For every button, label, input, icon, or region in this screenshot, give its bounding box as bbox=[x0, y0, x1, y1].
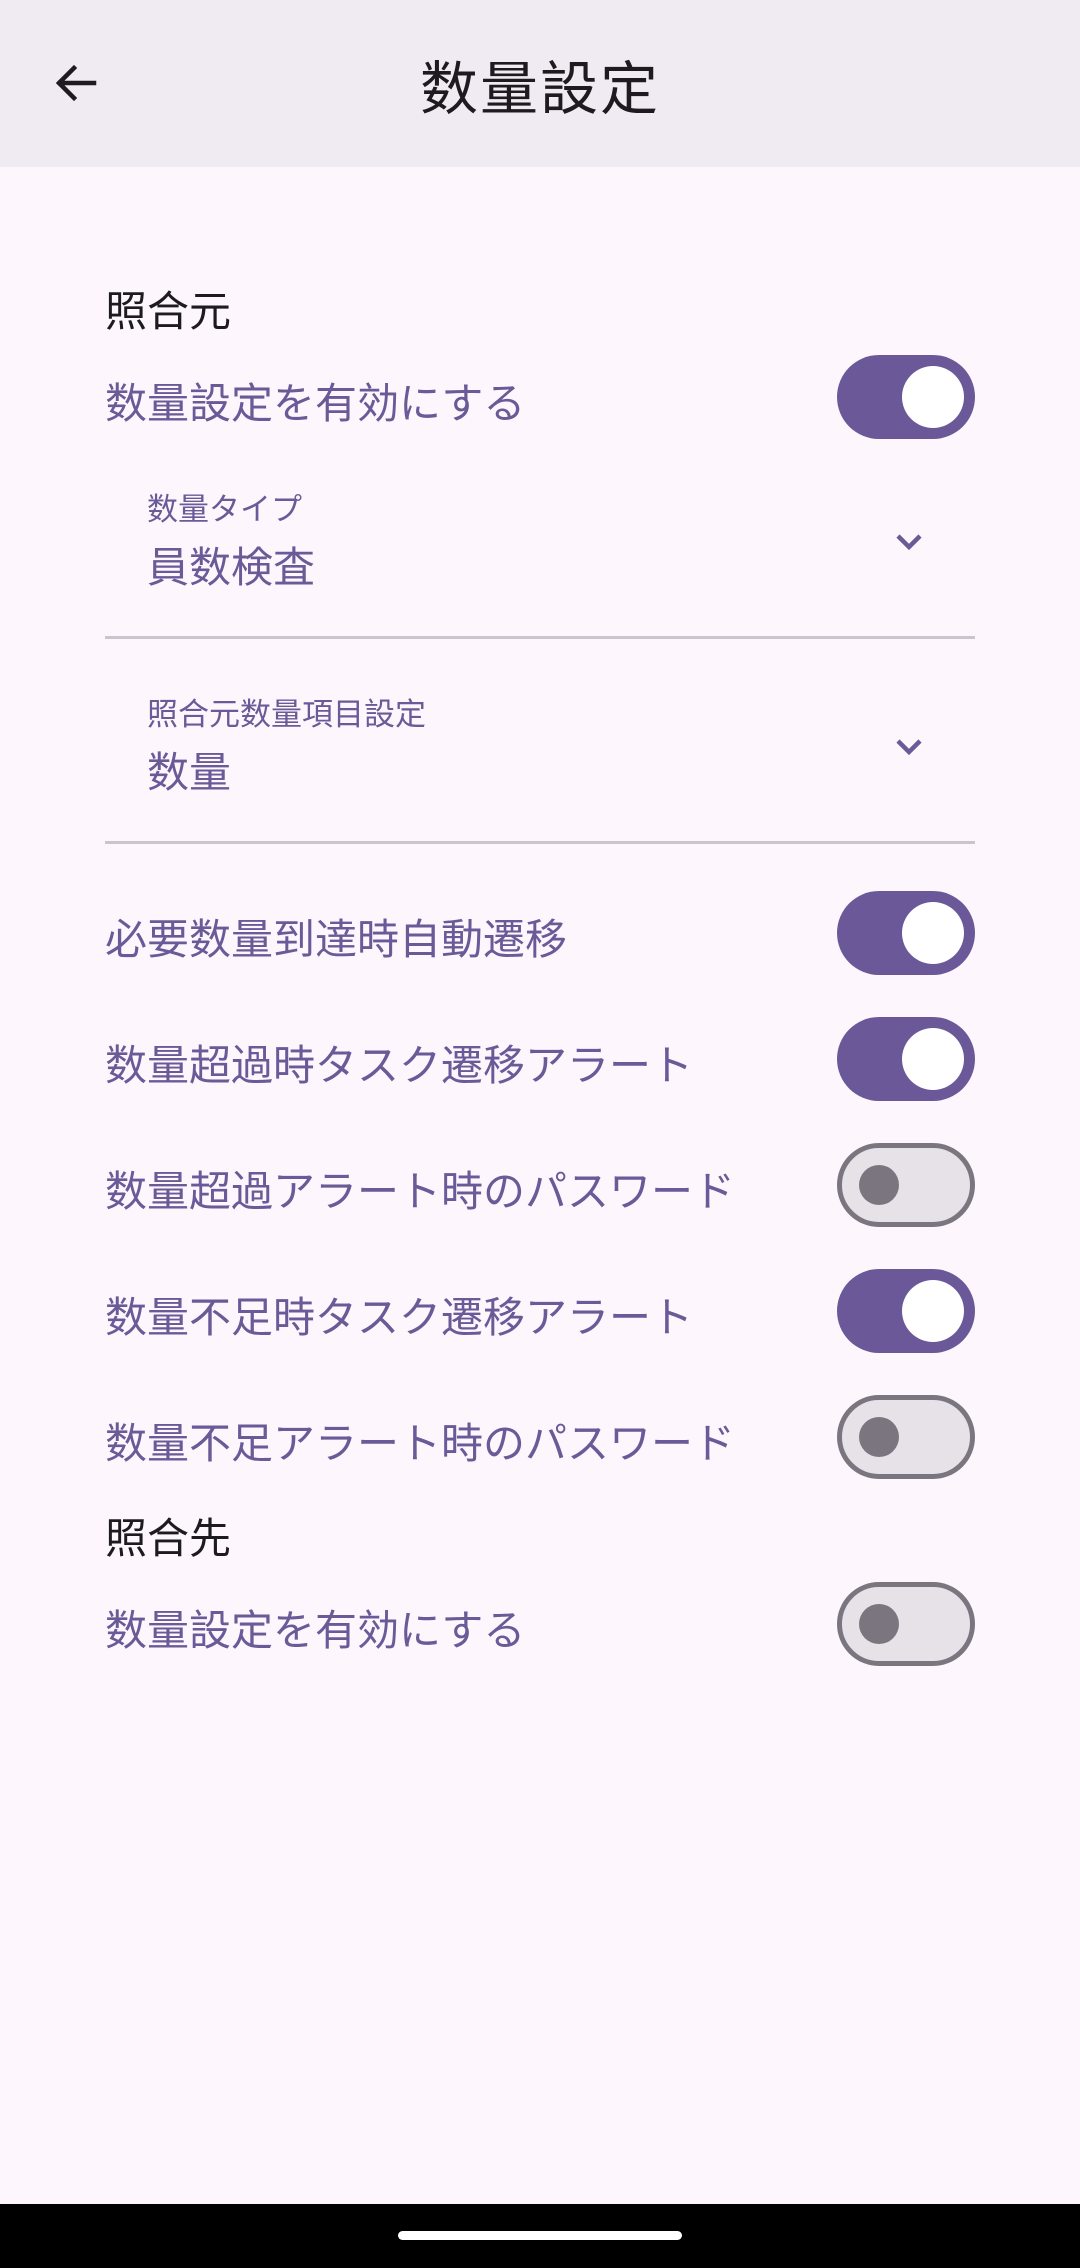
quantity-type-dropdown[interactable]: 数量タイプ 員数検査 bbox=[105, 484, 975, 639]
quantity-type-label: 数量タイプ bbox=[147, 492, 302, 528]
chevron-down-icon bbox=[896, 739, 922, 756]
section-header-target: 照合先 bbox=[105, 1514, 232, 1563]
source-enable-switch[interactable] bbox=[837, 355, 975, 439]
dropdown-underline bbox=[105, 841, 975, 844]
auto-transition-switch[interactable] bbox=[837, 891, 975, 975]
switch-thumb bbox=[902, 366, 964, 428]
quantity-item-value: 数量 bbox=[147, 748, 232, 797]
arrow-back-icon bbox=[55, 64, 97, 102]
over-alert-switch[interactable] bbox=[837, 1017, 975, 1101]
short-alert-label: 数量不足時タスク遷移アラート bbox=[105, 1293, 694, 1342]
switch-thumb bbox=[859, 1604, 899, 1644]
target-enable-switch[interactable] bbox=[837, 1582, 975, 1666]
short-password-label: 数量不足アラート時のパスワード bbox=[105, 1419, 736, 1468]
page-title: 数量設定 bbox=[419, 54, 660, 123]
home-gesture-handle[interactable] bbox=[398, 2231, 682, 2240]
short-alert-switch[interactable] bbox=[837, 1269, 975, 1353]
system-nav-bar bbox=[0, 2204, 1080, 2268]
chevron-down-icon bbox=[896, 534, 922, 551]
over-alert-label: 数量超過時タスク遷移アラート bbox=[105, 1041, 694, 1090]
short-password-switch[interactable] bbox=[837, 1395, 975, 1479]
quantity-item-label: 照合元数量項目設定 bbox=[147, 697, 426, 733]
dropdown-underline bbox=[105, 636, 975, 639]
switch-thumb bbox=[902, 1028, 964, 1090]
switch-thumb bbox=[859, 1417, 899, 1457]
quantity-type-value: 員数検査 bbox=[147, 543, 316, 592]
quantity-item-dropdown[interactable]: 照合元数量項目設定 数量 bbox=[105, 689, 975, 844]
auto-transition-label: 必要数量到達時自動遷移 bbox=[105, 915, 568, 964]
source-enable-label: 数量設定を有効にする bbox=[105, 379, 526, 428]
switch-thumb bbox=[859, 1165, 899, 1205]
back-button[interactable] bbox=[36, 40, 116, 126]
over-password-switch[interactable] bbox=[837, 1143, 975, 1227]
switch-thumb bbox=[902, 1280, 964, 1342]
switch-thumb bbox=[902, 902, 964, 964]
app-bar: 数量設定 bbox=[0, 0, 1080, 167]
target-enable-label: 数量設定を有効にする bbox=[105, 1606, 526, 1655]
over-password-label: 数量超過アラート時のパスワード bbox=[105, 1167, 736, 1216]
section-header-source: 照合元 bbox=[105, 287, 232, 336]
